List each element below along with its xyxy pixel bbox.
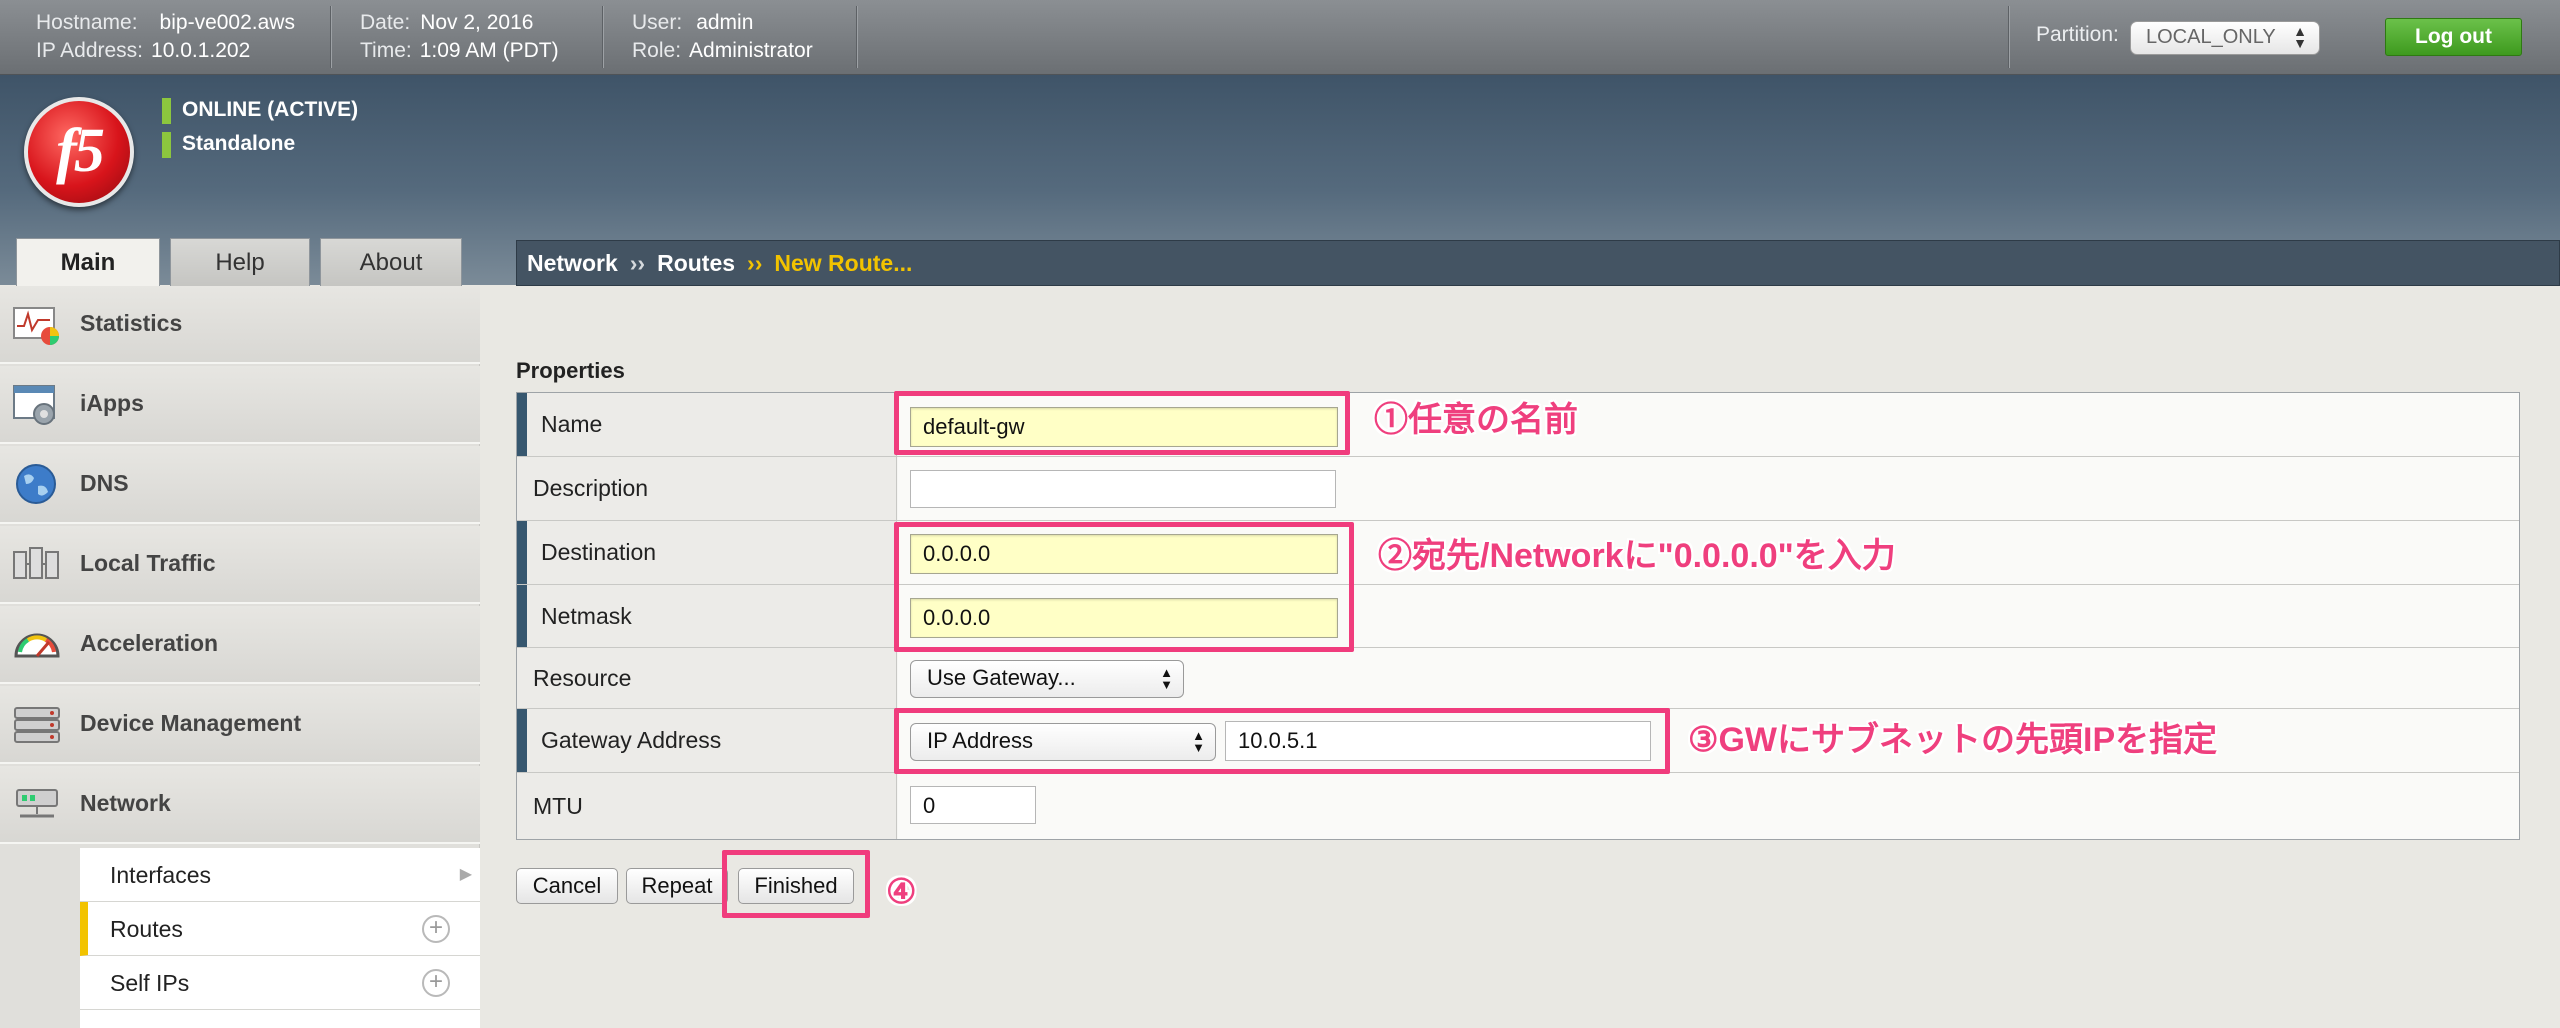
sidebar-item-label: Device Management: [80, 710, 302, 736]
date-value: Nov 2, 2016: [420, 11, 534, 34]
iapps-icon: [12, 382, 62, 426]
resource-select-value: Use Gateway...: [927, 665, 1076, 690]
breadcrumb-separator: ››: [747, 250, 763, 276]
user-value: admin: [696, 11, 754, 34]
divider: [330, 6, 331, 68]
breadcrumb-current: New Route...: [774, 250, 913, 276]
gateway-address-label: Gateway Address: [517, 709, 897, 772]
statistics-icon: [12, 302, 62, 346]
breadcrumb: Network ›› Routes ›› New Route...: [516, 240, 2560, 286]
user-info: User: admin Role: Administrator: [632, 9, 813, 65]
divider: [2008, 6, 2009, 68]
description-label: Description: [517, 457, 897, 520]
subnav-interfaces[interactable]: Interfaces ▶: [80, 848, 480, 902]
dns-globe-icon: [12, 462, 62, 506]
subnav-label: Self IPs: [110, 970, 190, 996]
annotation-note-finished: ④: [886, 873, 917, 911]
annotation-box-name: [894, 391, 1350, 455]
row-value-cell: [898, 773, 2519, 839]
network-icon: [12, 782, 62, 826]
date-label: Date:: [360, 11, 411, 34]
annotation-note-gateway: ③GWにサブネットの先頭IPを指定: [1688, 721, 2218, 759]
divider: [602, 6, 603, 68]
divider: [856, 6, 857, 68]
destination-label: Destination: [517, 521, 897, 584]
sidebar-item-network[interactable]: Network: [0, 766, 480, 844]
subnav-next-partial[interactable]: [80, 1010, 480, 1028]
sidebar: Statistics iApps DNS Local Traffic Accel…: [0, 286, 480, 1028]
sidebar-item-label: Statistics: [80, 310, 183, 336]
cancel-button[interactable]: Cancel: [516, 868, 618, 904]
breadcrumb-separator: ››: [629, 250, 646, 276]
sidebar-item-iapps[interactable]: iApps: [0, 366, 480, 444]
add-self-ip-icon[interactable]: +: [422, 969, 450, 997]
sidebar-item-dns[interactable]: DNS: [0, 446, 480, 524]
device-mode: Standalone: [162, 132, 295, 158]
ip-label: IP Address:: [36, 39, 144, 62]
local-traffic-icon: [12, 542, 62, 586]
annotation-box-finished: [722, 850, 870, 918]
sidebar-item-local-traffic[interactable]: Local Traffic: [0, 526, 480, 604]
sidebar-item-acceleration[interactable]: Acceleration: [0, 606, 480, 684]
annotation-note-destination: ②宛先/Networkに"0.0.0.0"を入力: [1378, 537, 1896, 575]
date-info: Date: Nov 2, 2016 Time: 1:09 AM (PDT): [360, 9, 559, 65]
host-info: Hostname: bip-ve002.aws IP Address: 10.0.1…: [36, 9, 295, 65]
acceleration-gauge-icon: [12, 622, 62, 666]
breadcrumb-network[interactable]: Network: [527, 250, 618, 276]
annotation-note-name: ①任意の名前: [1374, 401, 1578, 439]
top-status-bar: Hostname: bip-ve002.aws IP Address: 10.0.1…: [0, 0, 2560, 75]
tab-help[interactable]: Help: [170, 238, 310, 286]
sidebar-item-statistics[interactable]: Statistics: [0, 286, 480, 364]
row-mtu: MTU: [517, 773, 2519, 839]
device-management-icon: [12, 702, 62, 746]
device-status: ONLINE (ACTIVE): [162, 98, 358, 124]
name-label: Name: [517, 393, 897, 456]
chevron-right-icon: ▶: [459, 866, 472, 883]
ip-value: 10.0.1.202: [151, 39, 251, 62]
description-input[interactable]: [910, 470, 1336, 508]
breadcrumb-routes[interactable]: Routes: [657, 250, 735, 276]
annotation-box-destination-netmask: [894, 522, 1354, 652]
tab-main[interactable]: Main: [16, 238, 160, 288]
row-resource: Resource: [517, 648, 2519, 709]
time-label: Time:: [360, 39, 412, 62]
hostname-label: Hostname:: [36, 11, 138, 34]
role-label: Role:: [632, 39, 682, 62]
mtu-label: MTU: [517, 773, 897, 839]
time-value: 1:09 AM (PDT): [419, 39, 559, 62]
annotation-box-gateway: [894, 708, 1670, 774]
subnav-label: Interfaces: [110, 862, 211, 888]
f5-logo: f5: [24, 97, 134, 207]
sidebar-item-label: Local Traffic: [80, 550, 216, 576]
add-route-icon[interactable]: +: [422, 915, 450, 943]
row-description: Description: [517, 457, 2519, 521]
partition-select[interactable]: LOCAL_ONLY ▲ ▼: [2130, 21, 2320, 55]
partition-label: Partition:: [2036, 23, 2119, 46]
user-label: User:: [632, 11, 683, 34]
subnav-self-ips[interactable]: Self IPs +: [80, 956, 480, 1010]
section-title-properties: Properties: [516, 358, 625, 383]
sidebar-item-label: Network: [80, 790, 171, 816]
subnav-label: Routes: [110, 916, 183, 942]
resource-select[interactable]: Use Gateway... ▲ ▼: [910, 660, 1184, 698]
subnav-routes[interactable]: Routes +: [80, 902, 480, 956]
mtu-input[interactable]: 0: [910, 786, 1036, 824]
role-value: Administrator: [689, 39, 813, 62]
netmask-label: Netmask: [517, 585, 897, 647]
repeat-button[interactable]: Repeat: [626, 868, 728, 904]
sidebar-item-label: iApps: [80, 390, 144, 416]
partition-value: LOCAL_ONLY: [2146, 26, 2276, 48]
logout-button[interactable]: Log out: [2385, 18, 2522, 56]
sidebar-item-label: DNS: [80, 470, 129, 496]
resource-label: Resource: [517, 648, 897, 708]
sidebar-item-label: Acceleration: [80, 630, 219, 656]
select-arrows-icon: ▲ ▼: [2293, 23, 2307, 51]
select-arrows-icon: ▲ ▼: [1160, 665, 1173, 692]
sidebar-item-device-management[interactable]: Device Management: [0, 686, 480, 764]
row-netmask: Netmask: [517, 585, 2519, 648]
tab-about[interactable]: About: [320, 238, 462, 286]
hostname-value: bip-ve002.aws: [159, 11, 295, 34]
